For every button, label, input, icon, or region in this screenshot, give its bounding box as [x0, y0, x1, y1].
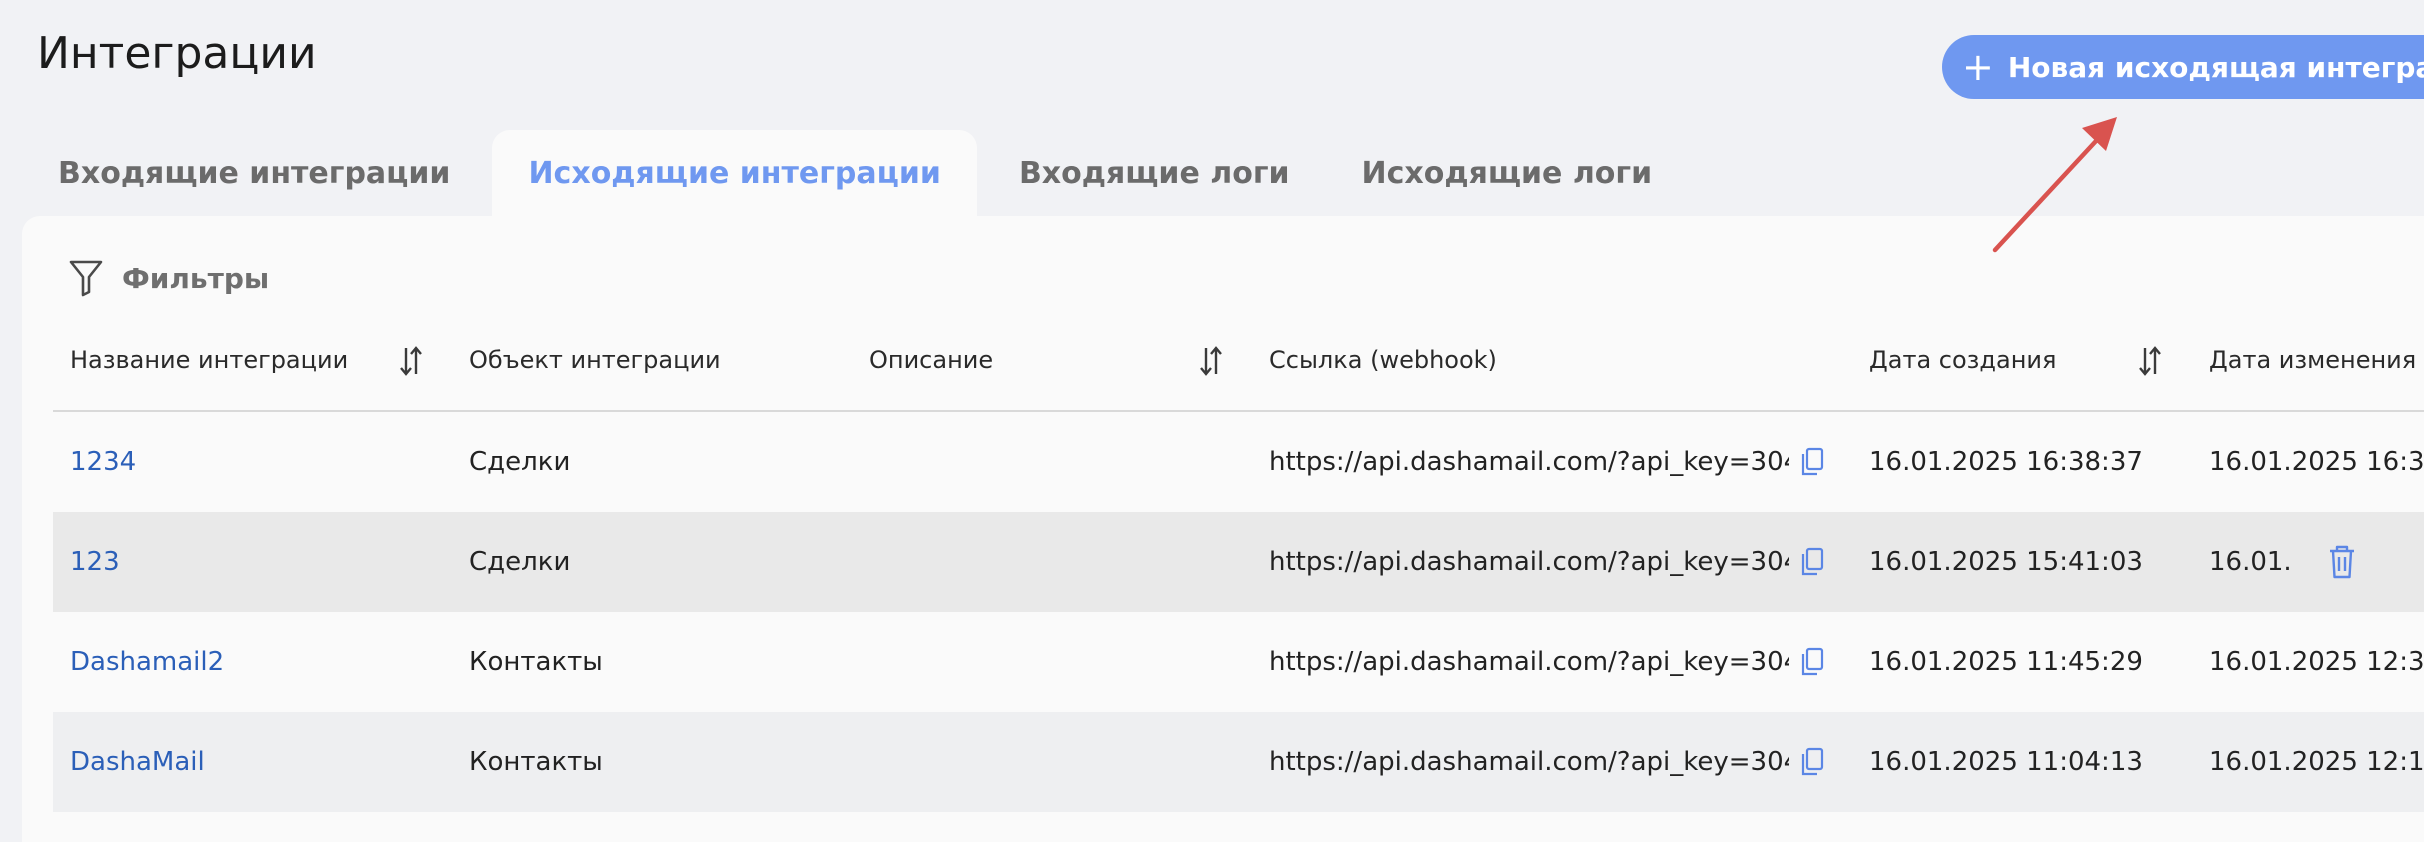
- plus-icon: +: [1962, 45, 1994, 89]
- column-header-object[interactable]: Объект интеграции: [469, 340, 721, 380]
- filters-button[interactable]: Фильтры: [68, 258, 269, 298]
- column-header-modified[interactable]: Дата изменения: [2209, 340, 2416, 380]
- integration-name-link[interactable]: 123: [70, 512, 120, 612]
- column-header-description[interactable]: Описание: [869, 340, 993, 380]
- tab-incoming-logs[interactable]: Входящие логи: [983, 130, 1326, 216]
- column-header-webhook[interactable]: Ссылка (webhook): [1269, 340, 1497, 380]
- modified-date: 16.01.: [2209, 547, 2292, 577]
- tab-outgoing-integrations[interactable]: Исходящие интеграции: [492, 130, 977, 216]
- created-date: 16.01.2025 15:41:03: [1869, 547, 2143, 577]
- page-title: Интеграции: [37, 28, 317, 79]
- tab-outgoing-logs[interactable]: Исходящие логи: [1326, 130, 1689, 216]
- created-date: 16.01.2025 11:45:29: [1869, 647, 2143, 677]
- new-outgoing-integration-label: Новая исходящая интеграция: [2007, 50, 2424, 84]
- integration-name-link[interactable]: DashaMail: [70, 712, 205, 812]
- webhook-url: https://api.dashamail.com/?api_key=304..…: [1269, 447, 1789, 477]
- created-date: 16.01.2025 11:04:13: [1869, 747, 2143, 777]
- sort-icon[interactable]: [2137, 344, 2163, 378]
- webhook-url: https://api.dashamail.com/?api_key=304..…: [1269, 547, 1789, 577]
- webhook-url: https://api.dashamail.com/?api_key=304..…: [1269, 647, 1789, 677]
- modified-date: 16.01.2025 12:3: [2209, 647, 2424, 677]
- modified-date: 16.01.2025 12:1: [2209, 747, 2424, 777]
- trash-icon[interactable]: [2327, 544, 2357, 580]
- tab-incoming-integrations[interactable]: Входящие интеграции: [22, 130, 486, 216]
- integration-object: Контакты: [469, 647, 603, 677]
- copy-icon[interactable]: [1799, 547, 1825, 577]
- integration-name-link[interactable]: Dashamail2: [70, 612, 224, 712]
- integration-object: Сделки: [469, 547, 571, 577]
- sort-icon[interactable]: [398, 344, 424, 378]
- integration-name-link[interactable]: 1234: [70, 412, 136, 512]
- filter-icon: [69, 260, 103, 297]
- table-row[interactable]: 123 Сделки https://api.dashamail.com/?ap…: [53, 512, 2424, 612]
- filters-label: Фильтры: [122, 261, 270, 295]
- table-header: Название интеграции Объект интеграции Оп…: [53, 340, 2424, 408]
- created-date: 16.01.2025 16:38:37: [1869, 447, 2143, 477]
- copy-icon[interactable]: [1799, 447, 1825, 477]
- copy-icon[interactable]: [1799, 747, 1825, 777]
- table-row[interactable]: Dashamail2 Контакты https://api.dashamai…: [53, 612, 2424, 712]
- modified-date: 16.01.2025 16:3: [2209, 447, 2424, 477]
- webhook-url: https://api.dashamail.com/?api_key=304..…: [1269, 747, 1789, 777]
- table-row[interactable]: DashaMail Контакты https://api.dashamail…: [53, 712, 2424, 812]
- column-header-created[interactable]: Дата создания: [1869, 340, 2056, 380]
- copy-icon[interactable]: [1799, 647, 1825, 677]
- integration-object: Сделки: [469, 447, 571, 477]
- sort-icon[interactable]: [1198, 344, 1224, 378]
- column-header-name[interactable]: Название интеграции: [70, 340, 348, 380]
- new-outgoing-integration-button[interactable]: + Новая исходящая интеграция: [1942, 35, 2424, 99]
- tab-bar: Входящие интеграции Исходящие интеграции…: [22, 130, 1688, 216]
- integration-object: Контакты: [469, 747, 603, 777]
- table-row[interactable]: 1234 Сделки https://api.dashamail.com/?a…: [53, 412, 2424, 512]
